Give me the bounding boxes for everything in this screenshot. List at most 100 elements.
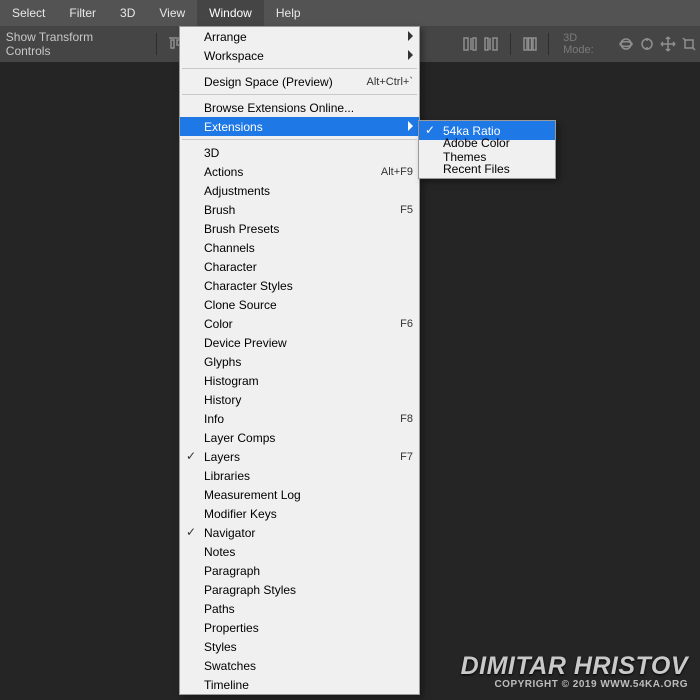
menu-item-label: Character Styles	[204, 279, 413, 293]
menu-item[interactable]: Swatches	[180, 656, 419, 675]
menu-item-label: Design Space (Preview)	[204, 75, 359, 89]
menu-item[interactable]: InfoF8	[180, 409, 419, 428]
submenu-arrow-icon	[408, 50, 413, 60]
menu-item-label: Actions	[204, 165, 373, 179]
3d-scale-icon[interactable]	[679, 33, 700, 55]
menu-item[interactable]: Extensions	[180, 117, 419, 136]
extensions-submenu: ✓54ka RatioAdobe Color ThemesRecent File…	[418, 120, 556, 179]
menu-item-label: History	[204, 393, 413, 407]
menu-separator	[182, 68, 417, 69]
menu-item-label: Adjustments	[204, 184, 413, 198]
menu-item-label: Layer Comps	[204, 431, 413, 445]
menu-item-accelerator: F5	[400, 204, 413, 216]
3d-mode-label: 3D Mode:	[563, 32, 609, 56]
menu-item[interactable]: Glyphs	[180, 352, 419, 371]
watermark: DIMITAR HRISTOV COPYRIGHT © 2019 WWW.54K…	[461, 654, 688, 690]
3d-rotate-icon[interactable]	[636, 33, 657, 55]
menu-item-label: Character	[204, 260, 413, 274]
menu-item-label: Brush	[204, 203, 392, 217]
menu-separator	[182, 139, 417, 140]
check-icon: ✓	[186, 525, 196, 539]
menu-item[interactable]: Notes	[180, 542, 419, 561]
menu-item-label: Swatches	[204, 659, 413, 673]
menu-item[interactable]: Measurement Log	[180, 485, 419, 504]
menu-item[interactable]: Workspace	[180, 46, 419, 65]
check-icon: ✓	[425, 123, 435, 137]
menu-item[interactable]: Brush F5	[180, 200, 419, 219]
menu-item[interactable]: Clone Source	[180, 295, 419, 314]
menu-item[interactable]: Libraries	[180, 466, 419, 485]
menu-item[interactable]: Adjustments	[180, 181, 419, 200]
menu-item-filter[interactable]: Filter	[57, 0, 108, 26]
distribute-icon[interactable]	[519, 33, 540, 55]
divider	[156, 33, 157, 55]
menu-item[interactable]: Paragraph Styles	[180, 580, 419, 599]
menu-item[interactable]: Design Space (Preview) Alt+Ctrl+`	[180, 72, 419, 91]
menu-item-help[interactable]: Help	[264, 0, 313, 26]
menu-item[interactable]: Layer Comps	[180, 428, 419, 447]
menu-item-accelerator: F7	[400, 451, 413, 463]
submenu-item-label: Recent Files	[443, 162, 510, 176]
menu-item[interactable]: 3D	[180, 143, 419, 162]
menu-item-accelerator: Alt+F9	[381, 166, 413, 178]
menu-item[interactable]: Paragraph	[180, 561, 419, 580]
3d-move-icon[interactable]	[658, 33, 679, 55]
menu-item-label: Workspace	[204, 49, 413, 63]
menu-item[interactable]: Paths	[180, 599, 419, 618]
menu-separator	[182, 94, 417, 95]
menu-item-label: Timeline	[204, 678, 413, 692]
menu-item-3d[interactable]: 3D	[108, 0, 147, 26]
window-menu-dropdown: Arrange Workspace Design Space (Preview) Al…	[179, 26, 420, 695]
menu-item[interactable]: Device Preview	[180, 333, 419, 352]
menu-item[interactable]: Brush Presets	[180, 219, 419, 238]
menu-item[interactable]: ✓ Layers F7	[180, 447, 419, 466]
menu-item-view[interactable]: View	[147, 0, 197, 26]
divider	[510, 33, 511, 55]
menu-item-label: Styles	[204, 640, 413, 654]
menu-item[interactable]: History	[180, 390, 419, 409]
menu-item-window[interactable]: Window	[197, 0, 264, 26]
check-icon: ✓	[186, 449, 196, 463]
menu-item[interactable]: Styles	[180, 637, 419, 656]
menu-item[interactable]: Browse Extensions Online...	[180, 98, 419, 117]
menu-item[interactable]: Character	[180, 257, 419, 276]
menu-item-select[interactable]: Select	[0, 0, 57, 26]
align-option-b-icon[interactable]	[481, 33, 502, 55]
menu-item-label: Glyphs	[204, 355, 413, 369]
watermark-author: DIMITAR HRISTOV	[461, 654, 688, 679]
show-transform-label: Show Transform Controls	[6, 30, 137, 58]
menu-item-accelerator: Alt+Ctrl+`	[367, 76, 413, 88]
menu-item[interactable]: Modifier Keys	[180, 504, 419, 523]
menu-item-label: Clone Source	[204, 298, 413, 312]
3d-orbit-icon[interactable]	[615, 33, 636, 55]
menu-item[interactable]: ✓ Navigator	[180, 523, 419, 542]
submenu-item[interactable]: Recent Files	[419, 159, 555, 178]
menu-item[interactable]: Actions Alt+F9	[180, 162, 419, 181]
menu-item[interactable]: Arrange	[180, 27, 419, 46]
menu-item[interactable]: Timeline	[180, 675, 419, 694]
menu-item[interactable]: Character Styles	[180, 276, 419, 295]
submenu-arrow-icon	[408, 121, 413, 131]
menu-item-label: Libraries	[204, 469, 413, 483]
menu-item[interactable]: Histogram	[180, 371, 419, 390]
menu-item-label: Channels	[204, 241, 413, 255]
menu-item-accelerator: F6	[400, 318, 413, 330]
menu-item-label: Device Preview	[204, 336, 413, 350]
menu-item-label: Properties	[204, 621, 413, 635]
menu-item-label: Brush Presets	[204, 222, 413, 236]
menu-item-label: Info	[204, 412, 392, 426]
menu-item-label: Layers	[204, 450, 392, 464]
menu-item-label: Browse Extensions Online...	[204, 101, 413, 115]
menu-item-label: Modifier Keys	[204, 507, 413, 521]
submenu-item[interactable]: Adobe Color Themes	[419, 140, 555, 159]
submenu-arrow-icon	[408, 31, 413, 41]
menu-item-label: Histogram	[204, 374, 413, 388]
menu-item-label: Extensions	[204, 120, 413, 134]
menu-item-label: Color	[204, 317, 392, 331]
menu-item[interactable]: Color F6	[180, 314, 419, 333]
menu-item[interactable]: Channels	[180, 238, 419, 257]
menu-item-label: Navigator	[204, 526, 413, 540]
menu-item-label: Measurement Log	[204, 488, 413, 502]
menu-item[interactable]: Properties	[180, 618, 419, 637]
align-option-a-icon[interactable]	[460, 33, 481, 55]
